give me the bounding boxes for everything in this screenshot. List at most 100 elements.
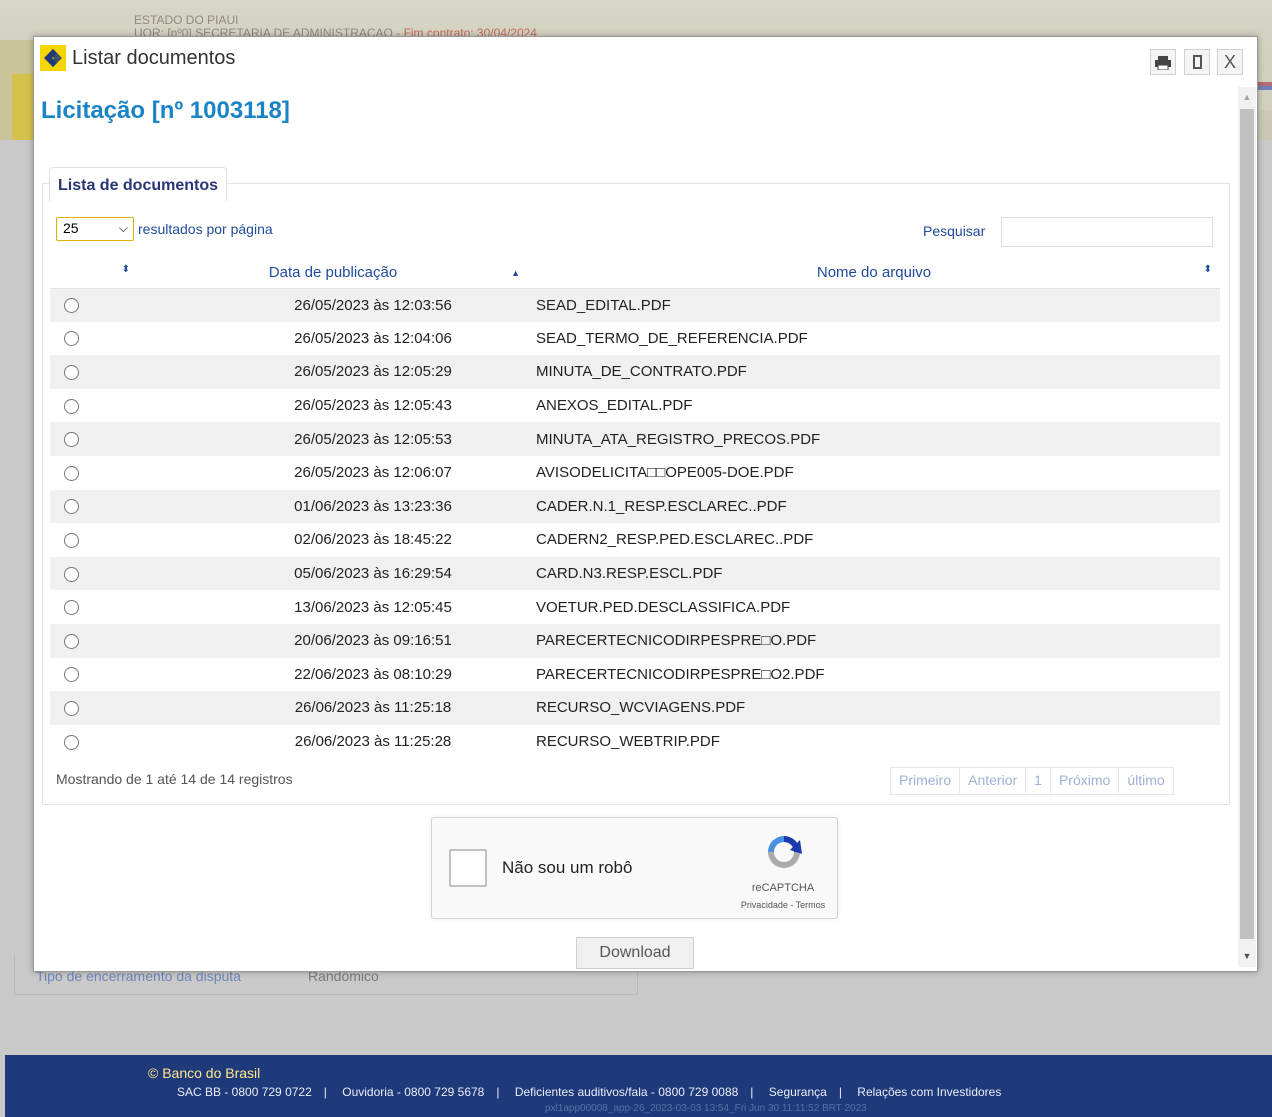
- footer-link-ouvidoria[interactable]: Ouvidoria - 0800 729 5678: [342, 1085, 484, 1099]
- table-row[interactable]: 01/06/2023 às 13:23:36 CADER.N.1_RESP.ESC…: [50, 489, 1220, 524]
- row-select-cell[interactable]: [50, 288, 138, 322]
- scroll-up-icon[interactable]: ▲: [1238, 87, 1256, 107]
- table-row[interactable]: 26/05/2023 às 12:06:07 AVISODELICITA□□OPE…: [50, 456, 1220, 490]
- table-row[interactable]: 26/05/2023 às 12:05:53 MINUTA_ATA_REGISTR…: [50, 422, 1220, 456]
- row-select-radio[interactable]: [64, 532, 79, 548]
- row-select-cell[interactable]: [50, 623, 138, 658]
- row-file-name: CARD.N3.RESP.ESCL.PDF: [528, 556, 1220, 591]
- close-button[interactable]: X: [1217, 49, 1243, 75]
- table-row[interactable]: 26/05/2023 às 12:03:56 SEAD_EDITAL.PDF: [50, 288, 1220, 322]
- table-row[interactable]: 20/06/2023 às 09:16:51 PARECERTECNICODIRP…: [50, 623, 1220, 658]
- row-select-radio[interactable]: [64, 566, 79, 582]
- print-button[interactable]: [1150, 49, 1176, 75]
- row-file-name: RECURSO_WEBTRIP.PDF: [536, 733, 720, 751]
- row-select-cell[interactable]: [50, 456, 138, 490]
- recaptcha-widget: Não sou um robô reCAPTCHA Privacidade - …: [431, 817, 838, 919]
- row-select-cell[interactable]: [50, 556, 138, 591]
- column-header-date[interactable]: Data de publicação ▲: [138, 257, 528, 289]
- table-row[interactable]: 22/06/2023 às 08:10:29 PARECERTECNICODIRP…: [50, 658, 1220, 692]
- table-row[interactable]: 05/06/2023 às 16:29:54 CARD.N3.RESP.ESCL.…: [50, 556, 1220, 591]
- row-file-name: PARECERTECNICODIRPESPRE□O2.PDF: [536, 665, 825, 683]
- recaptcha-logo-icon: [768, 836, 802, 868]
- table-row[interactable]: 26/05/2023 às 12:04:06 SEAD_TERMO_DE_REFE…: [50, 322, 1220, 356]
- row-select-radio[interactable]: [64, 633, 79, 649]
- recaptcha-terms-link[interactable]: Privacidade - Termos: [718, 900, 848, 910]
- row-select-radio[interactable]: [64, 365, 79, 381]
- maximize-button[interactable]: [1184, 49, 1210, 75]
- modal-scrollbar[interactable]: ▲ ▼: [1238, 87, 1256, 967]
- pager-prev-button[interactable]: Anterior: [960, 768, 1027, 794]
- row-select-radio[interactable]: [64, 331, 79, 347]
- row-select-radio[interactable]: [64, 734, 79, 750]
- row-select-cell[interactable]: [50, 725, 138, 759]
- column-header-date-label: Data de publicação: [268, 263, 398, 281]
- row-select-radio[interactable]: [64, 667, 79, 683]
- row-file-name: MINUTA_ATA_REGISTRO_PRECOS.PDF: [528, 422, 1220, 456]
- pager-first-button[interactable]: Primeiro: [891, 768, 961, 794]
- table-row[interactable]: 26/06/2023 às 11:25:18 RECURSO_WCVIAGENS.…: [50, 691, 1220, 725]
- modal-titlebar[interactable]: Listar documentos X: [34, 37, 1257, 81]
- maximize-icon: [1192, 55, 1202, 69]
- row-date: 26/05/2023 às 12:03:56: [138, 288, 528, 322]
- footer-link-sac[interactable]: SAC BB - 0800 729 0722: [177, 1085, 312, 1099]
- row-file-name: VOETUR.PED.DESCLASSIFICA.PDF: [536, 598, 791, 616]
- column-header-name[interactable]: Nome do arquivo ⬍: [528, 257, 1220, 289]
- pager-current-page[interactable]: 1: [1026, 768, 1051, 794]
- scroll-down-icon[interactable]: ▼: [1238, 945, 1256, 967]
- row-file-name: AVISODELICITA□□OPE005-DOE.PDF: [536, 464, 794, 482]
- row-file-name: CADERN2_RESP.PED.ESCLAREC..PDF: [536, 531, 814, 549]
- row-select-radio[interactable]: [64, 465, 79, 481]
- row-date: 26/06/2023 às 11:25:28: [294, 733, 452, 751]
- row-date: 20/06/2023 às 09:16:51: [138, 623, 528, 658]
- footer-link-investidores[interactable]: Relações com Investidores: [857, 1085, 1001, 1099]
- column-header-name-label: Nome do arquivo: [816, 263, 932, 281]
- row-select-cell[interactable]: [50, 523, 138, 557]
- row-select-cell[interactable]: [50, 489, 138, 524]
- row-date: 26/05/2023 às 12:06:07: [294, 464, 452, 482]
- background-state-name: ESTADO DO PIAUI: [134, 13, 239, 27]
- footer-copyright: © Banco do Brasil: [148, 1065, 261, 1081]
- background-side-tab: [0, 40, 36, 140]
- row-select-radio[interactable]: [64, 398, 79, 414]
- sort-both-icon: ⬍: [1203, 264, 1212, 275]
- row-select-cell[interactable]: [50, 389, 138, 423]
- row-date: 22/06/2023 às 08:10:29: [294, 665, 452, 683]
- row-select-radio[interactable]: [64, 298, 79, 314]
- table-header-row: ⬍ Data de publicação ▲ Nome do arquivo ⬍: [50, 257, 1220, 289]
- pager-last-button[interactable]: último: [1119, 768, 1172, 794]
- table-row[interactable]: 26/06/2023 às 11:25:28 RECURSO_WEBTRIP.PD…: [50, 725, 1220, 759]
- row-select-cell[interactable]: [50, 590, 138, 624]
- row-date: 26/06/2023 às 11:25:18: [138, 691, 528, 725]
- table-row[interactable]: 02/06/2023 às 18:45:22 CADERN2_RESP.PED.E…: [50, 523, 1220, 557]
- sort-both-icon: ⬍: [121, 264, 130, 275]
- row-select-radio[interactable]: [64, 700, 79, 716]
- footer-link-deficientes[interactable]: Deficientes auditivos/fala - 0800 729 00…: [515, 1085, 738, 1099]
- table-row[interactable]: 26/05/2023 às 12:05:29 MINUTA_DE_CONTRATO…: [50, 355, 1220, 389]
- pager-next-button[interactable]: Próximo: [1051, 768, 1120, 794]
- sort-ascending-icon: ▲: [511, 268, 520, 278]
- row-select-radio[interactable]: [64, 432, 79, 448]
- download-button[interactable]: Download: [576, 937, 694, 969]
- row-select-cell[interactable]: [50, 355, 138, 389]
- recaptcha-checkbox[interactable]: [449, 849, 487, 887]
- row-select-cell[interactable]: [50, 691, 138, 725]
- table-row[interactable]: 13/06/2023 às 12:05:45 VOETUR.PED.DESCLAS…: [50, 590, 1220, 624]
- row-select-cell[interactable]: [50, 322, 138, 356]
- chevron-down-icon: ⌵: [118, 221, 128, 235]
- modal-title: Listar documentos: [72, 47, 236, 69]
- column-header-select[interactable]: ⬍: [50, 257, 138, 289]
- row-date: 26/05/2023 às 12:04:06: [294, 329, 452, 347]
- footer-link-seguranca[interactable]: Segurança: [769, 1085, 827, 1099]
- row-select-cell[interactable]: [50, 422, 138, 456]
- table-row[interactable]: 26/05/2023 às 12:05:43 ANEXOS_EDITAL.PDF: [50, 389, 1220, 423]
- scroll-thumb[interactable]: [1240, 109, 1254, 939]
- site-footer: © Banco do Brasil SAC BB - 0800 729 0722…: [5, 1055, 1272, 1117]
- row-file-name: RECURSO_WCVIAGENS.PDF: [528, 691, 1220, 725]
- tab-document-list[interactable]: Lista de documentos: [49, 167, 228, 201]
- row-select-radio[interactable]: [64, 499, 79, 515]
- printer-icon: [1155, 56, 1171, 71]
- row-select-cell[interactable]: [50, 658, 138, 692]
- search-input[interactable]: [1001, 217, 1213, 247]
- page-length-select[interactable]: 25 ⌵: [56, 217, 134, 241]
- row-select-radio[interactable]: [64, 600, 79, 616]
